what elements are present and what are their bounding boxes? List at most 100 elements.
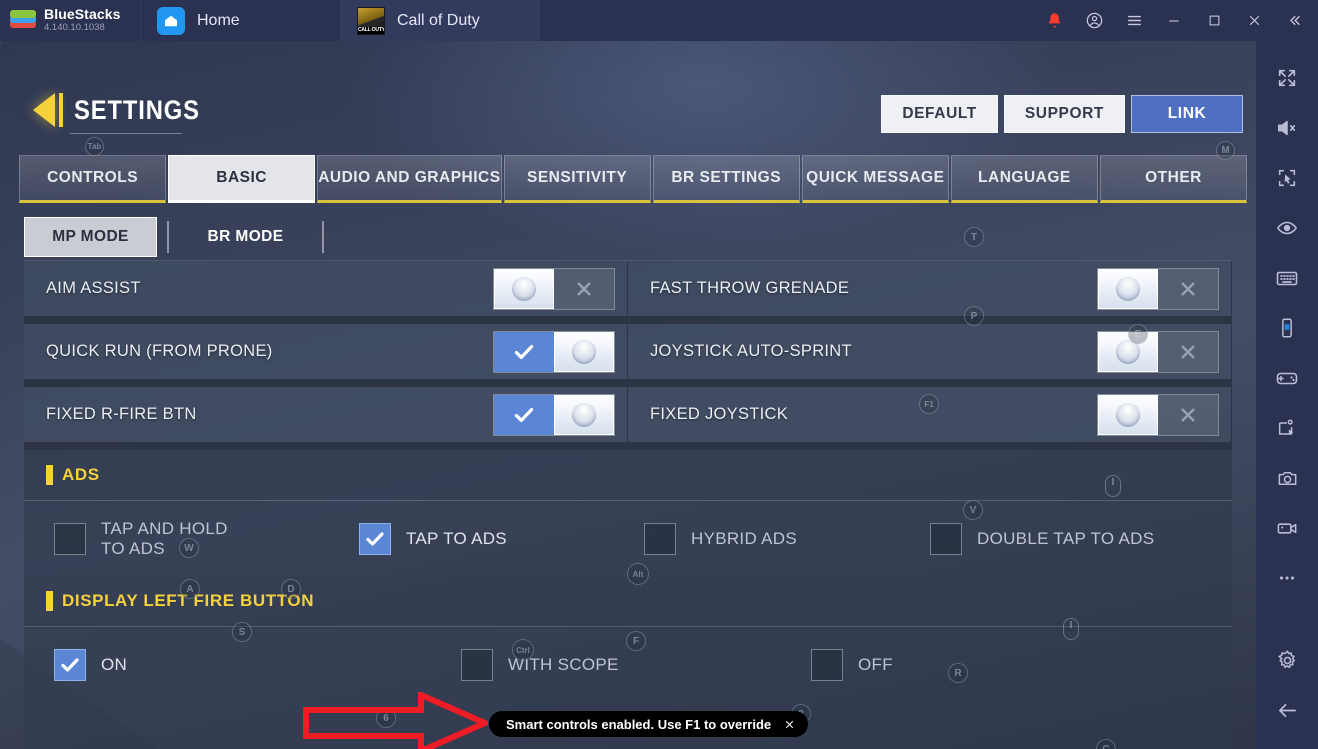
checkbox-hybrid-ads[interactable]: HYBRID ADS <box>644 522 930 555</box>
account-icon[interactable] <box>1074 0 1114 41</box>
support-button[interactable]: SUPPORT <box>1003 95 1125 133</box>
toggle-fixed-joystick[interactable] <box>1097 393 1219 436</box>
checkbox-box[interactable] <box>644 522 676 555</box>
fullscreen-icon[interactable] <box>1256 53 1318 103</box>
checkbox-box[interactable] <box>930 522 962 555</box>
toggle-knob <box>553 394 614 435</box>
section-accent-bar <box>46 591 53 611</box>
setting-row-fixed-r-fire-btn[interactable]: FIXED R-FIRE BTN <box>24 387 628 450</box>
settings-panel: AIM ASSIST FAST THROW GRENADE QUICK RUN … <box>24 260 1232 749</box>
checkbox-tap-to-ads[interactable]: TAP TO ADS <box>359 522 644 555</box>
fire-button-options-row: ON WITH SCOPE OFF <box>24 627 1232 702</box>
toggle-joystick-auto-sprint[interactable] <box>1097 330 1219 373</box>
collapse-sidebar-icon[interactable] <box>1274 0 1314 41</box>
ads-options-row: TAP AND HOLD TO ADS TAP TO ADS HYBRID AD… <box>24 501 1232 576</box>
section-title: DISPLAY LEFT FIRE BUTTON <box>62 591 315 610</box>
title-underline <box>70 133 182 134</box>
toggle-aim-assist[interactable] <box>493 267 615 310</box>
notification-bell-icon[interactable] <box>1034 0 1074 41</box>
close-icon[interactable] <box>1234 0 1274 41</box>
subtab-mp-mode[interactable]: MP MODE <box>24 217 157 257</box>
keyboard-controls-icon[interactable] <box>1256 253 1318 303</box>
tab-audio-and-graphics[interactable]: AUDIO AND GRAPHICS <box>317 155 502 203</box>
setting-row-quick-run-from-prone[interactable]: QUICK RUN (FROM PRONE) <box>24 324 628 387</box>
back-arrow-icon[interactable] <box>33 93 55 127</box>
tab-sensitivity[interactable]: SENSITIVITY <box>503 155 651 203</box>
toggle-quick-run-from-prone[interactable] <box>493 330 615 373</box>
checkbox-label: WITH SCOPE <box>508 654 619 674</box>
checkbox-box[interactable] <box>811 648 843 681</box>
key-hint-t: T <box>964 227 984 247</box>
close-icon[interactable] <box>783 718 796 731</box>
checkbox-off[interactable]: OFF <box>811 648 893 681</box>
subtab-br-mode[interactable]: BR MODE <box>179 217 312 257</box>
setting-label: QUICK RUN (FROM PRONE) <box>46 342 273 360</box>
toggle-off-x-icon <box>1158 331 1218 372</box>
cursor-capture-icon[interactable] <box>1256 153 1318 203</box>
tab-controls[interactable]: CONTROLS <box>19 155 167 203</box>
gamepad-icon[interactable] <box>1256 353 1318 403</box>
setting-row-joystick-auto-sprint[interactable]: JOYSTICK AUTO-SPRINT <box>628 324 1232 387</box>
screenshot-icon[interactable] <box>1256 453 1318 503</box>
bluestacks-window: BlueStacks 4.140.10.1038 Home CALL·DUTY … <box>0 0 1318 749</box>
checkbox-label: TAP TO ADS <box>406 528 507 548</box>
checkbox-label: ON <box>101 654 128 674</box>
titlebar-icon-group <box>1034 0 1318 41</box>
section-header-ads: ADS <box>24 450 1232 500</box>
setting-row-aim-assist[interactable]: AIM ASSIST <box>24 261 628 324</box>
checkbox-box[interactable] <box>461 648 493 681</box>
tab-other[interactable]: OTHER <box>1099 155 1248 203</box>
toggle-rows: AIM ASSIST FAST THROW GRENADE QUICK RUN … <box>24 261 1232 450</box>
eye-icon[interactable] <box>1256 203 1318 253</box>
settings-title-group: SETTINGS <box>33 93 217 127</box>
checkbox-label: HYBRID ADS <box>691 528 797 548</box>
app-tab-home[interactable]: Home <box>140 0 340 41</box>
checkbox-box[interactable] <box>359 522 391 555</box>
bluestacks-brand: BlueStacks 4.140.10.1038 <box>0 0 140 41</box>
bluestacks-brand-name: BlueStacks <box>44 6 121 22</box>
maximize-icon[interactable] <box>1194 0 1234 41</box>
setting-label: JOYSTICK AUTO-SPRINT <box>650 342 852 360</box>
checkbox-tap-and-hold-to-ads[interactable]: TAP AND HOLD TO ADS <box>54 519 359 559</box>
toggle-off-x-icon <box>1158 268 1218 309</box>
game-viewport: SETTINGS DEFAULT SUPPORT LINK CONTROLS B… <box>0 41 1256 749</box>
header-buttons: DEFAULT SUPPORT LINK <box>881 95 1243 133</box>
toast-message: Smart controls enabled. Use F1 to overri… <box>506 716 772 732</box>
more-options-icon[interactable] <box>1256 553 1318 603</box>
checkbox-on[interactable]: ON <box>54 648 461 681</box>
record-video-icon[interactable] <box>1256 503 1318 553</box>
default-button[interactable]: DEFAULT <box>881 95 998 133</box>
call-of-duty-icon: CALL·DUTY <box>357 6 385 35</box>
toggle-knob <box>1098 268 1159 309</box>
back-arrow-icon[interactable] <box>1256 685 1318 735</box>
toggle-knob <box>494 268 555 309</box>
minimize-icon[interactable] <box>1154 0 1194 41</box>
mute-icon[interactable] <box>1256 103 1318 153</box>
settings-gear-icon[interactable] <box>1256 635 1318 685</box>
toggle-fixed-r-fire-btn[interactable] <box>493 393 615 436</box>
checkbox-box[interactable] <box>54 648 86 681</box>
link-button[interactable]: LINK <box>1131 95 1243 133</box>
toggle-off-x-icon <box>554 268 614 309</box>
setting-row-fast-throw-grenade[interactable]: FAST THROW GRENADE <box>628 261 1232 324</box>
checkbox-box[interactable] <box>54 522 86 555</box>
checkbox-label: TAP AND HOLD TO ADS <box>101 518 228 558</box>
tab-br-settings[interactable]: BR SETTINGS <box>652 155 800 203</box>
macro-icon[interactable] <box>1256 403 1318 453</box>
toggle-on-check-icon <box>494 331 554 372</box>
toggle-knob <box>553 331 614 372</box>
checkbox-double-tap-to-ads[interactable]: DOUBLE TAP TO ADS <box>930 522 1154 555</box>
phone-rotate-icon[interactable] <box>1256 303 1318 353</box>
app-tab-call-of-duty[interactable]: CALL·DUTY Call of Duty <box>340 0 540 41</box>
tab-language[interactable]: LANGUAGE <box>950 155 1098 203</box>
section-accent-bar <box>46 465 53 485</box>
hamburger-menu-icon[interactable] <box>1114 0 1154 41</box>
app-tab-home-label: Home <box>197 11 240 29</box>
checkbox-with-scope[interactable]: WITH SCOPE <box>461 648 811 681</box>
toggle-fast-throw-grenade[interactable] <box>1097 267 1219 310</box>
tab-quick-message[interactable]: QUICK MESSAGE <box>801 155 949 203</box>
subtab-separator-1 <box>167 221 169 253</box>
tab-basic[interactable]: BASIC <box>168 155 316 203</box>
setting-label: FIXED R-FIRE BTN <box>46 405 197 423</box>
setting-row-fixed-joystick[interactable]: FIXED JOYSTICK <box>628 387 1232 450</box>
